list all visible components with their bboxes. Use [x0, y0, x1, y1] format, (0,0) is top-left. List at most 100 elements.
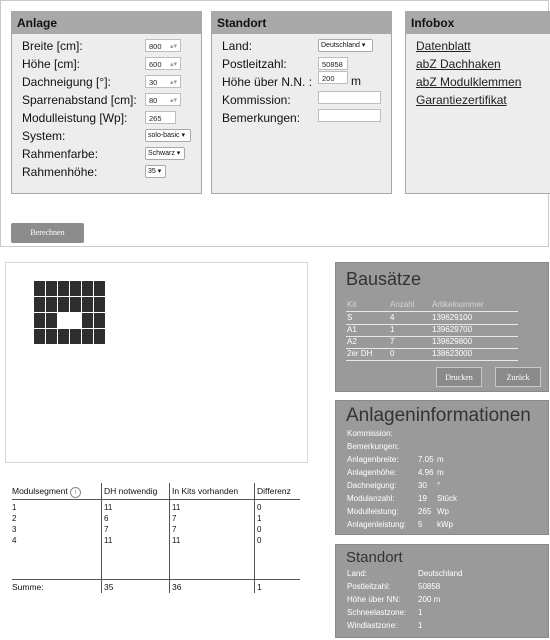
- divider: [254, 483, 255, 593]
- info-value: 1: [418, 621, 423, 630]
- kommission-label: Kommission:: [222, 93, 291, 107]
- info-value: 30: [418, 481, 427, 490]
- info-label: Bemerkungen:: [347, 442, 400, 451]
- link-datenblatt[interactable]: Datenblatt: [416, 39, 471, 53]
- spinner-icon[interactable]: ▴▾: [170, 76, 177, 89]
- drucken-button[interactable]: Drucken: [436, 367, 482, 387]
- modulleistung-input[interactable]: 265: [145, 111, 176, 124]
- rahmenhoehe-select[interactable]: 35 ▾: [145, 165, 166, 178]
- standort-group: Standort Land: Deutschland ▾ Postleitzah…: [211, 11, 392, 194]
- dachneigung-input[interactable]: 30 ▴▾: [145, 75, 181, 88]
- pv-module: [94, 329, 105, 344]
- system-select[interactable]: solo-basic ▾: [145, 129, 191, 142]
- divider: [101, 483, 102, 593]
- col-dh-notwendig: DH notwendig: [104, 486, 158, 496]
- table-cell: 11: [172, 503, 181, 512]
- bemerkungen-input[interactable]: [318, 109, 381, 122]
- pv-module: [58, 297, 69, 312]
- dachneigung-label: Dachneigung [°]:: [22, 75, 111, 89]
- info-label: Modulanzahl:: [347, 494, 395, 503]
- info-unit: m: [437, 455, 444, 464]
- info-label: Kommission:: [347, 429, 393, 438]
- anlageninfo-panel: Anlageninformationen Kommission: Bemerku…: [335, 400, 549, 535]
- hoehe-input[interactable]: 600 ▴▾: [145, 57, 181, 70]
- pv-module: [46, 313, 57, 328]
- bemerkungen-label: Bemerkungen:: [222, 111, 301, 125]
- info-icon[interactable]: i: [70, 487, 82, 498]
- spinner-icon[interactable]: ▴▾: [170, 94, 177, 107]
- kommission-input[interactable]: [318, 91, 381, 104]
- table-cell: 7: [172, 514, 177, 523]
- land-select[interactable]: Deutschland ▾: [318, 39, 373, 52]
- info-value: 200 m: [418, 595, 441, 604]
- anlage-group: Anlage Breite [cm]: 800 ▴▾ Höhe [cm]: 600…: [11, 11, 202, 194]
- rahmenfarbe-select[interactable]: Schwarz ▾: [145, 147, 185, 160]
- plz-input[interactable]: 50858: [318, 57, 348, 70]
- summe-label: Summe:: [12, 582, 44, 592]
- pv-module: [94, 281, 105, 296]
- sparrenabstand-label: Sparrenabstand [cm]:: [22, 93, 137, 107]
- col-differenz: Differenz: [257, 486, 291, 496]
- pv-module: [70, 297, 81, 312]
- info-value: 1: [418, 608, 423, 617]
- pv-module: [82, 297, 93, 312]
- pv-module: [34, 297, 45, 312]
- info-value: 4.96: [418, 468, 434, 477]
- info-value: 19: [418, 494, 427, 503]
- standort-title: Standort: [212, 12, 391, 34]
- hoehe-label: Höhe [cm]:: [22, 57, 81, 71]
- table-cell: 0: [257, 503, 262, 512]
- table-cell: 7: [104, 525, 109, 534]
- hoehe-nn-input[interactable]: 200: [318, 71, 348, 84]
- summe-dh: 35: [104, 582, 114, 592]
- infobox-group: Infobox Datenblatt abZ Dachhaken abZ Mod…: [405, 11, 550, 194]
- pv-module: [34, 281, 45, 296]
- sparrenabstand-input[interactable]: 80 ▴▾: [145, 93, 181, 106]
- list-item: S 4 139629100: [346, 313, 518, 325]
- zurueck-button[interactable]: Zurück: [495, 367, 541, 387]
- info-value: 265: [418, 507, 432, 516]
- table-cell: 11: [172, 536, 181, 545]
- info-label: Anlagenbreite:: [347, 455, 399, 464]
- breite-input[interactable]: 800 ▴▾: [145, 39, 181, 52]
- spinner-icon[interactable]: ▴▾: [170, 40, 177, 53]
- table-cell: 0: [257, 525, 262, 534]
- col-in-kits: In Kits vorhanden: [172, 486, 239, 496]
- info-value: 7.05: [418, 455, 434, 464]
- kit-count: 4: [390, 313, 395, 322]
- pv-module: [94, 313, 105, 328]
- bausaetze-panel: Bausätze Kit Anzahl Artikelnummer S 4 13…: [335, 262, 549, 392]
- configuration-form: Anlage Breite [cm]: 800 ▴▾ Höhe [cm]: 600…: [0, 0, 550, 247]
- link-garantiezertifikat[interactable]: Garantiezertifikat: [416, 93, 507, 107]
- pv-module: [58, 329, 69, 344]
- berechnen-button[interactable]: Berechnen: [11, 223, 84, 243]
- info-label: Dachneigung:: [347, 481, 397, 490]
- anlage-title: Anlage: [12, 12, 201, 34]
- bausaetze-title: Bausätze: [346, 269, 422, 289]
- link-abz-dachhaken[interactable]: abZ Dachhaken: [416, 57, 501, 71]
- system-label: System:: [22, 129, 66, 143]
- plz-label: Postleitzahl:: [222, 57, 287, 71]
- info-label: Anlagenleistung:: [347, 520, 407, 529]
- pv-module: [46, 281, 57, 296]
- land-label: Land:: [222, 39, 253, 53]
- table-cell: 11: [104, 503, 113, 512]
- spinner-icon[interactable]: ▴▾: [170, 58, 177, 71]
- summe-differenz: 1: [257, 582, 262, 592]
- link-abz-modulklemmen[interactable]: abZ Modulklemmen: [416, 75, 521, 89]
- divider: [346, 311, 518, 312]
- pv-module: [94, 297, 105, 312]
- kit-name: S: [347, 313, 353, 322]
- kit-article: 139629100: [432, 313, 473, 322]
- list-item: A1 1 139629700: [346, 325, 518, 337]
- table-cell: 0: [257, 536, 262, 545]
- info-label: Schneelastzone:: [347, 608, 407, 617]
- info-label: Windlastzone:: [347, 621, 398, 630]
- anzahl-header: Anzahl: [390, 300, 415, 309]
- col-modulsegment: Modulsegment i: [12, 486, 82, 498]
- rahmenfarbe-label: Rahmenfarbe:: [22, 147, 99, 161]
- divider: [169, 483, 170, 593]
- kit-count: 1: [390, 325, 395, 334]
- modulleistung-label: Modulleistung [Wp]:: [22, 111, 128, 125]
- infobox-title: Infobox: [406, 12, 550, 34]
